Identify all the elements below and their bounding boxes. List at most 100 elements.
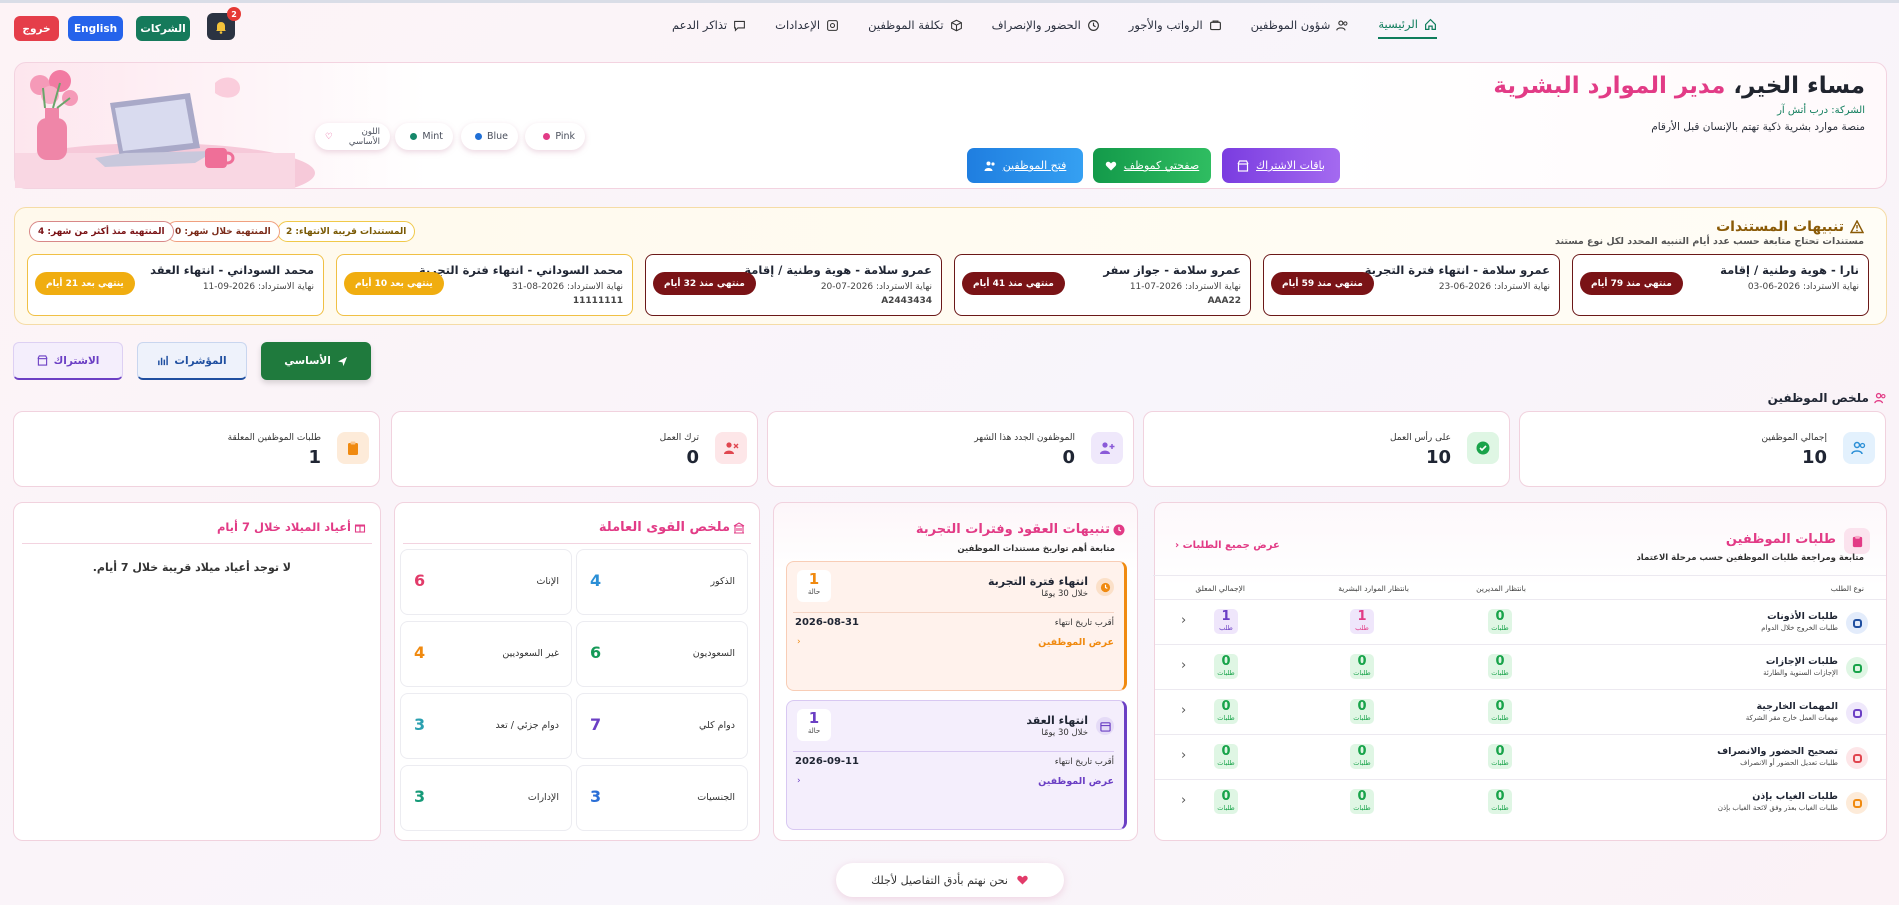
nav-cost[interactable]: تكلفة الموظفين [868, 17, 962, 39]
managers-count-unit: طلبات [1491, 624, 1509, 632]
managers-count-unit: طلبات [1491, 669, 1509, 677]
theme-blue-option[interactable]: Blue [461, 123, 518, 150]
greeting-heading: مساء الخير، مدير الموارد البشرية [1493, 73, 1865, 99]
workforce-stat-label: السعوديون [692, 648, 735, 659]
employee-summary-heading: ملخص الموظفين [1768, 391, 1887, 405]
user-icon [1846, 792, 1868, 814]
tab-subscription[interactable]: الاشتراك [13, 342, 123, 380]
tab-main[interactable]: الأساسي [261, 342, 371, 380]
document-alert-card[interactable]: محمد السوداني - انتهاء فترة التجربة نهاي… [336, 254, 633, 316]
request-row[interactable]: طلبات الأذونات طلبات الخروج خلال الدوام 0 ط… [1155, 599, 1886, 644]
request-row[interactable]: طلبات الإجازات الإجازات السنوية والطارئة 0… [1155, 644, 1886, 689]
employee-requests-card: طلبات الموظفين متابعة ومراجعة طلبات المو… [1153, 502, 1887, 841]
theme-blue-label: Blue [486, 131, 508, 142]
wallet-icon [1209, 20, 1221, 30]
view-all-requests-link[interactable]: عرض جميع الطلبات ‹ [1175, 540, 1280, 551]
company-name: الشركة: درب أتش آر [1777, 105, 1865, 116]
hr-count-value: 0 [1357, 699, 1367, 714]
tab-main-label: الأساسي [284, 355, 331, 367]
send-icon [337, 356, 347, 366]
stat-value: 1 [308, 447, 321, 468]
english-button[interactable]: English [68, 16, 123, 41]
workforce-stat-value: 6 [414, 571, 426, 590]
bell-icon [216, 21, 226, 34]
view-employees-link[interactable]: عرض الموظفين [1038, 637, 1114, 648]
footer-pill: نحن نهتم بأدق التفاصيل لأجلك [836, 863, 1064, 897]
divider [793, 751, 1114, 752]
theme-default-option[interactable]: اللون الأساسي ♡ [315, 123, 390, 150]
tab-indicators[interactable]: المؤشرات [137, 342, 247, 380]
nav-attendance-label: الحضور والإنصراف [991, 18, 1081, 32]
chevron-left-icon[interactable]: ‹ [1181, 613, 1186, 628]
total-count-pill: 0 طلبات [1214, 744, 1238, 769]
gift-icon [354, 524, 366, 533]
managers-count-pill: 0 طلبات [1488, 744, 1512, 769]
nav-tickets[interactable]: تذاكر الدعم [672, 17, 746, 39]
stat-label: ترك العمل [659, 433, 699, 443]
my-employee-page-button[interactable]: صفحتي كموظف [1093, 148, 1211, 183]
contract-alert-item: انتهاء العقد خلال 30 يومًا 1 حالة أقرب تا… [786, 700, 1127, 830]
briefcase-icon [1846, 702, 1868, 724]
calendar-icon [1096, 717, 1114, 735]
document-alert-card[interactable]: محمد السوداني - انتهاء العقد نهاية الاست… [27, 254, 324, 316]
nav-attendance[interactable]: الحضور والإنصراف [992, 17, 1100, 39]
hr-count-value: 1 [1357, 609, 1367, 624]
chevron-left-icon[interactable]: ‹ [1181, 658, 1186, 673]
expiry-status-badge: ينتهي بعد 10 أيام [344, 272, 444, 295]
divider [793, 612, 1114, 613]
request-row[interactable]: المهمات الخارجية مهمات العمل خارج مقر الش… [1155, 689, 1886, 734]
request-row[interactable]: تصحيح الحضور والانصراف طلبات تعديل الحضور… [1155, 734, 1886, 779]
expiry-status-badge: منتهي منذ 32 أيام [653, 272, 756, 295]
total-count-unit: طلب [1219, 624, 1233, 632]
total-count-unit: طلبات [1217, 714, 1235, 722]
blue-dot-icon [474, 133, 482, 140]
companies-button[interactable]: الشركات [136, 16, 190, 41]
document-alert-card[interactable]: عمرو سلامة - انتهاء فترة التجربة نهاية ا… [1263, 254, 1560, 316]
header-total: الإجمالي المعلق [1195, 584, 1245, 593]
open-employees-button[interactable]: فتح الموظفين [967, 148, 1083, 183]
theme-mint-option[interactable]: Mint [395, 123, 453, 150]
nav-links: الرئيسية شؤون الموظفين الرواتب والأجور ا… [643, 17, 1437, 39]
document-alerts-title: تنبيهات المستندات [1716, 219, 1844, 235]
document-alert-card[interactable]: نارا - هوية وطنية / إقامة نهاية الاستردا… [1572, 254, 1869, 316]
logout-button[interactable]: خروج [14, 16, 59, 41]
chevron-left-icon[interactable]: ‹ [1181, 748, 1186, 763]
total-count-unit: طلبات [1217, 669, 1235, 677]
request-row[interactable]: طلبات الغياب بإذن طلبات الغياب بعذر وفق ل… [1155, 779, 1886, 824]
document-alert-card[interactable]: عمرو سلامة - جواز سفر نهاية الاسترداد: 2… [954, 254, 1251, 316]
header-type: نوع الطلب [1830, 584, 1864, 593]
hr-count-pill: 0 طلبات [1350, 699, 1374, 724]
nav-home[interactable]: الرئيسية [1378, 17, 1437, 39]
hr-count-value: 0 [1357, 789, 1367, 804]
workforce-stat-value: 4 [414, 643, 426, 662]
document-alert-card[interactable]: عمرو سلامة - هوية وطنية / إقامة نهاية ال… [645, 254, 942, 316]
chevron-left-icon[interactable]: ‹ [1181, 793, 1186, 808]
total-count-pill: 1 طلب [1214, 609, 1238, 634]
workforce-stat: دوام كلي 7 [576, 693, 748, 759]
count-value: 1 [808, 709, 820, 727]
nav-settings[interactable]: الإعدادات [775, 17, 839, 39]
workforce-summary-card: ملخص القوى العاملة الذكور 4 الإناث 6 السعودي… [394, 502, 760, 841]
nav-employees[interactable]: شؤون الموظفين [1251, 17, 1350, 39]
total-count-value: 0 [1221, 654, 1231, 669]
notifications-button[interactable]: 2 [207, 7, 241, 40]
workforce-stat-label: الإناث [536, 576, 559, 587]
request-type-name: طلبات الغياب بإذن [1752, 791, 1838, 802]
stat-value: 0 [686, 447, 699, 468]
hr-count-unit: طلبات [1353, 714, 1371, 722]
expiry-status-badge: منتهي منذ 79 أيام [1580, 272, 1683, 295]
view-employees-link[interactable]: عرض الموظفين [1038, 776, 1114, 787]
pink-dot-icon [543, 133, 551, 140]
theme-pink-option[interactable]: Pink [525, 123, 585, 150]
chevron-left-icon[interactable]: ‹ [1181, 703, 1186, 718]
total-count-value: 0 [1221, 744, 1231, 759]
workforce-stat-value: 3 [414, 715, 426, 734]
contract-alert-period: خلال 30 يومًا [1041, 728, 1088, 738]
birthdays-heading: أعياد الميلاد خلال 7 أيام [217, 520, 366, 534]
contract-alerts-heading: تنبيهات العقود وفترات التجربة [916, 522, 1125, 537]
count-label: حالة [807, 588, 821, 596]
document-alert-name: عمرو سلامة - انتهاء فترة التجربة [1364, 263, 1550, 277]
contract-alert-title: انتهاء فترة التجربة [987, 575, 1088, 588]
nav-payroll[interactable]: الرواتب والأجور [1129, 17, 1222, 39]
subscription-plans-button[interactable]: باقات الاشتراك [1222, 148, 1340, 183]
